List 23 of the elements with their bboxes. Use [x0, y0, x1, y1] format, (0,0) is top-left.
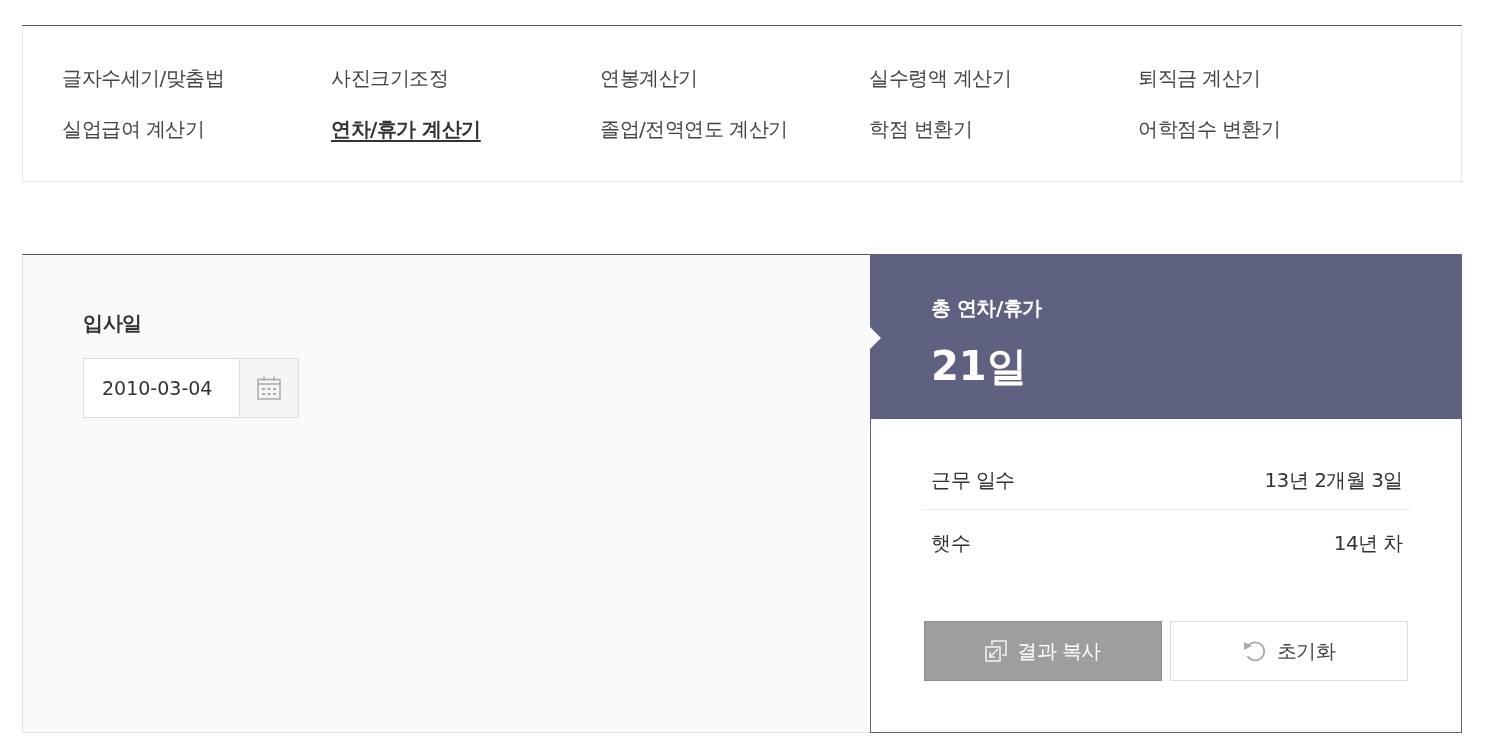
result-total: 21일	[931, 342, 1027, 390]
menu-link[interactable]: 사진크기조정	[331, 63, 448, 93]
result-label: 햇수	[931, 530, 970, 557]
menu-link[interactable]: 어학점수 변환기	[1138, 114, 1281, 144]
copy-icon	[985, 640, 1008, 662]
field-label: 입사일	[83, 310, 142, 337]
date-input-field[interactable]: 2010-03-04	[83, 358, 240, 418]
calendar-button[interactable]	[240, 358, 299, 418]
result-value: 13년 2개월 3일	[1264, 466, 1403, 494]
reset-button[interactable]: 초기화	[1170, 621, 1408, 681]
menu-link[interactable]: 실업급여 계산기	[62, 114, 205, 144]
result-title: 총 연차/휴가	[931, 295, 1042, 322]
menu-link[interactable]: 학점 변환기	[869, 114, 973, 144]
reset-icon	[1242, 640, 1267, 662]
result-value: 14년 차	[1333, 530, 1403, 557]
menu-link[interactable]: 실수령액 계산기	[869, 63, 1012, 93]
menu-link[interactable]: 퇴직금 계산기	[1138, 63, 1261, 93]
menu-link[interactable]: 연차/휴가 계산기	[331, 114, 481, 144]
result-label: 근무 일수	[931, 466, 1015, 494]
menu-link[interactable]: 졸업/전역연도 계산기	[600, 114, 788, 144]
menu-link[interactable]: 글자수세기/맞춤법	[62, 63, 225, 93]
calendar-icon	[257, 376, 281, 400]
menu-link[interactable]: 연봉계산기	[600, 63, 698, 93]
